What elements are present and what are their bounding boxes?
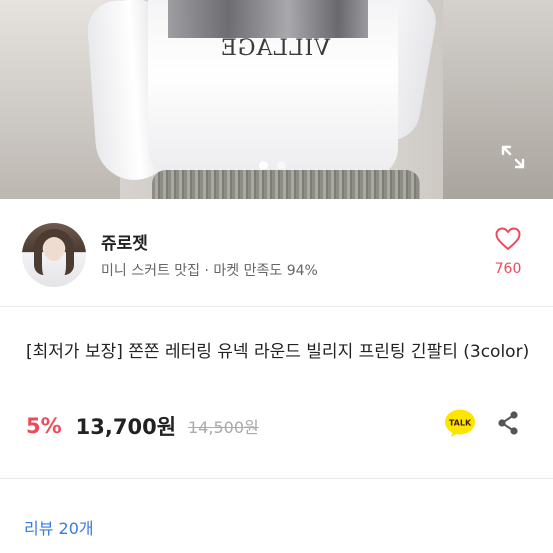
divider bbox=[0, 478, 553, 479]
seller-subtitle: 미니 스커트 맛집 · 마켓 만족도 94% bbox=[101, 263, 318, 279]
reviews-link[interactable]: 리뷰 20개 bbox=[24, 515, 94, 539]
sale-price: 13,700원 bbox=[75, 415, 177, 439]
share-icon[interactable] bbox=[496, 410, 520, 436]
photo-skirt bbox=[152, 170, 420, 199]
divider bbox=[0, 306, 553, 307]
product-title: [최저가 보장] 쫀쫀 레터링 유넥 라운드 빌리지 프린팅 긴팔티 (3col… bbox=[26, 342, 530, 362]
avatar[interactable] bbox=[22, 223, 86, 287]
product-image-carousel[interactable]: VILLAGE bbox=[0, 0, 553, 199]
original-price: 14,500원 bbox=[188, 418, 259, 437]
kakaotalk-share-icon[interactable]: TALK bbox=[444, 408, 476, 438]
photo-shirt-print bbox=[168, 0, 368, 38]
avatar-face bbox=[44, 237, 64, 261]
discount-rate: 5% bbox=[26, 414, 62, 438]
seller-info[interactable]: 쥬로젯 미니 스커트 맛집 · 마켓 만족도 94% 760 bbox=[0, 199, 553, 306]
like-count: 760 bbox=[494, 261, 522, 277]
photo-print-text: VILLAGE bbox=[219, 36, 331, 61]
carousel-indicator bbox=[259, 161, 286, 170]
carousel-dot[interactable] bbox=[277, 161, 286, 170]
kakao-label: TALK bbox=[449, 419, 472, 428]
heart-icon[interactable] bbox=[495, 227, 521, 251]
photo-background bbox=[443, 0, 553, 199]
carousel-dot-active[interactable] bbox=[259, 161, 268, 170]
expand-icon[interactable] bbox=[500, 144, 526, 170]
seller-name[interactable]: 쥬로젯 bbox=[101, 229, 148, 254]
price-row: 5% 13,700원 14,500원 bbox=[26, 409, 259, 443]
